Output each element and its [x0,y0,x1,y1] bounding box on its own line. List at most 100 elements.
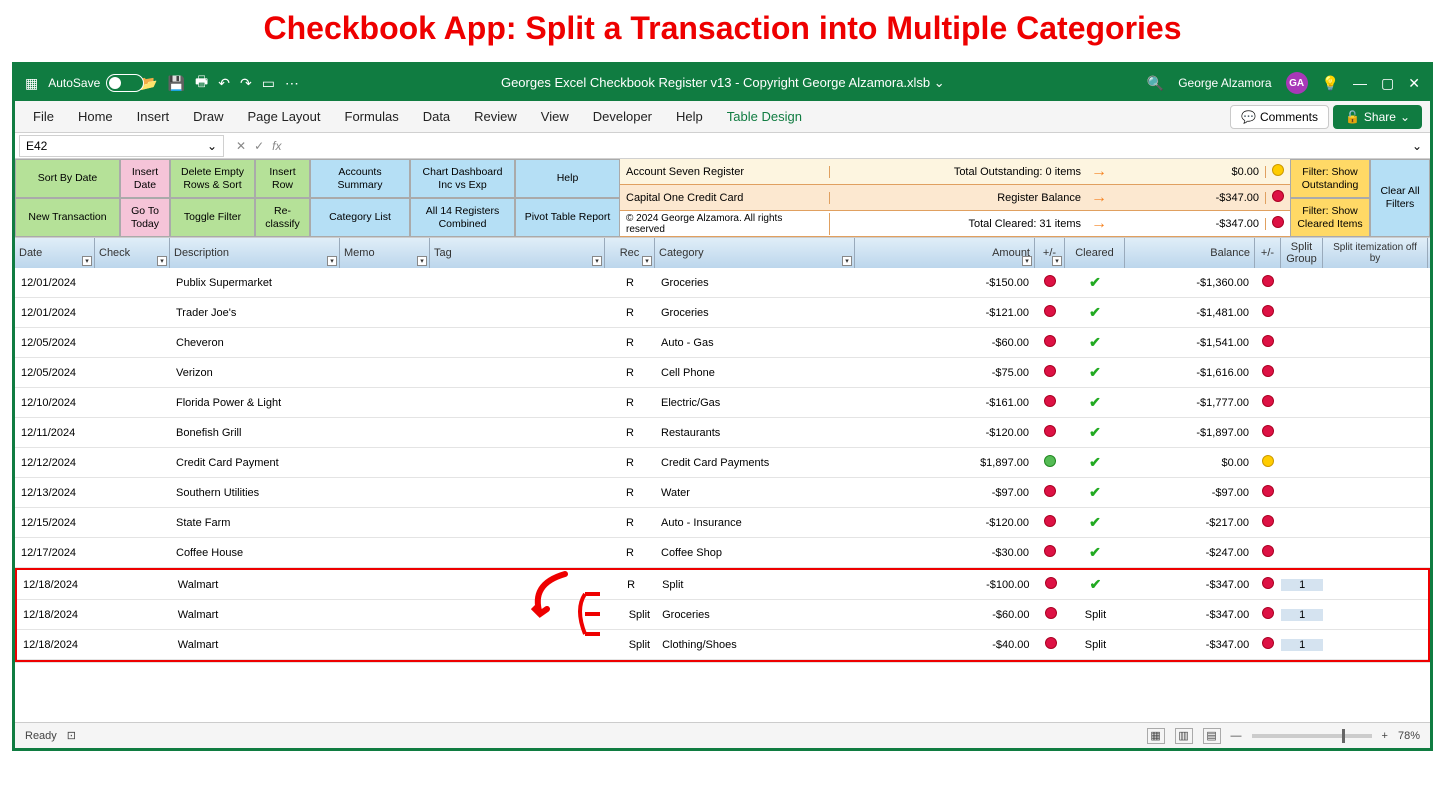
cell-date[interactable]: 12/12/2024 [15,457,95,469]
tab-data[interactable]: Data [413,103,460,130]
cell-rec[interactable]: Split [606,639,656,651]
accounts-summary-button[interactable]: Accounts Summary [310,159,410,198]
header-pm2[interactable]: +/- [1255,238,1281,268]
header-check[interactable]: Check▾ [95,238,170,268]
tab-review[interactable]: Review [464,103,527,130]
cell-date[interactable]: 12/18/2024 [17,579,97,591]
lightbulb-icon[interactable]: 💡 [1322,75,1339,92]
cell-description[interactable]: Verizon [170,367,340,379]
cell-cleared[interactable]: ✔ [1065,394,1125,411]
cell-category[interactable]: Auto - Gas [655,337,855,349]
insert-date-button[interactable]: Insert Date [120,159,170,198]
tab-view[interactable]: View [531,103,579,130]
help-button[interactable]: Help [515,159,620,198]
cell-description[interactable]: Publix Supermarket [170,277,340,289]
cell-cleared[interactable]: ✔ [1065,274,1125,291]
cell-cleared[interactable]: ✔ [1065,364,1125,381]
category-list-button[interactable]: Category List [310,198,410,237]
table-row[interactable]: 12/18/2024WalmartSplitClothing/Shoes-$40… [17,630,1428,660]
cell-category[interactable]: Credit Card Payments [655,457,855,469]
cell-category[interactable]: Cell Phone [655,367,855,379]
cell-date[interactable]: 12/10/2024 [15,397,95,409]
cell-rec[interactable]: R [605,307,655,319]
avatar[interactable]: GA [1286,72,1308,94]
cell-date[interactable]: 12/01/2024 [15,307,95,319]
tab-developer[interactable]: Developer [583,103,662,130]
minimize-icon[interactable]: — [1353,75,1367,91]
filter-dropdown-icon[interactable]: ▾ [642,256,652,266]
cell-date[interactable]: 12/17/2024 [15,547,95,559]
cell-rec[interactable]: R [605,397,655,409]
cell-description[interactable]: Coffee House [170,547,340,559]
cell-split-group[interactable]: 1 [1281,639,1323,651]
view-break-icon[interactable]: ▤ [1203,728,1221,744]
cell-amount[interactable]: -$30.00 [855,547,1035,559]
chart-dashboard-button[interactable]: Chart Dashboard Inc vs Exp [410,159,515,198]
cell-amount[interactable]: -$121.00 [855,307,1035,319]
table-row[interactable]: 12/18/2024WalmartSplitGroceries-$60.00Sp… [17,600,1428,630]
cell-description[interactable]: Walmart [172,639,342,651]
filter-dropdown-icon[interactable]: ▾ [1022,256,1032,266]
autosave-toggle[interactable]: AutoSave Off [48,74,130,92]
filter-dropdown-icon[interactable]: ▾ [842,256,852,266]
undo-icon[interactable]: ↶ [218,75,230,92]
cell-amount[interactable]: -$75.00 [855,367,1035,379]
cell-rec[interactable]: R [606,579,656,591]
zoom-slider[interactable] [1252,734,1372,738]
view-normal-icon[interactable]: ▦ [1147,728,1165,744]
chevron-down-icon[interactable]: ⌄ [934,75,945,90]
cell-description[interactable]: Credit Card Payment [170,457,340,469]
cell-rec[interactable]: R [605,457,655,469]
table-row[interactable]: 12/15/2024State FarmRAuto - Insurance-$1… [15,508,1430,538]
filter-dropdown-icon[interactable]: ▾ [1052,256,1062,266]
filter-cleared-button[interactable]: Filter: Show Cleared Items [1290,198,1370,237]
chevron-down-icon[interactable]: ⌄ [207,139,217,153]
cell-amount[interactable]: $1,897.00 [855,457,1035,469]
cell-amount[interactable]: -$40.00 [856,639,1036,651]
table-row[interactable]: 12/12/2024 Credit Card Payment RCredit Car… [15,448,1430,478]
cell-amount[interactable]: -$97.00 [855,487,1035,499]
cell-description[interactable]: State Farm [170,517,340,529]
cell-rec[interactable]: R [605,487,655,499]
zoom-out-icon[interactable]: — [1231,730,1242,742]
tab-pagelayout[interactable]: Page Layout [238,103,331,130]
cell-description[interactable]: Florida Power & Light [170,397,340,409]
print-icon[interactable]: 🖶 [195,71,208,95]
tab-home[interactable]: Home [68,103,123,130]
cancel-formula-icon[interactable]: ✕ [236,139,246,153]
close-icon[interactable]: ✕ [1408,75,1420,92]
table-row[interactable]: 12/13/2024Southern UtilitiesRWater-$97.0… [15,478,1430,508]
table-row[interactable]: 12/17/2024Coffee HouseRCoffee Shop-$30.0… [15,538,1430,568]
more-icon[interactable]: ⋯ [285,75,299,92]
delete-empty-button[interactable]: Delete Empty Rows & Sort [170,159,255,198]
insert-row-button[interactable]: Insert Row [255,159,310,198]
cell-amount[interactable]: -$161.00 [855,397,1035,409]
cell-category[interactable]: Water [655,487,855,499]
header-amount[interactable]: Amount▾ [855,238,1035,268]
cell-date[interactable]: 12/18/2024 [17,609,97,621]
cell-rec[interactable]: R [605,277,655,289]
cell-split-group[interactable]: 1 [1281,609,1323,621]
cell-cleared[interactable]: ✔ [1065,454,1125,471]
zoom-in-icon[interactable]: + [1382,730,1388,742]
cell-description[interactable]: Trader Joe's [170,307,340,319]
header-rec[interactable]: Rec▾ [605,238,655,268]
go-to-today-button[interactable]: Go To Today [120,198,170,237]
toggle-switch[interactable] [106,74,144,92]
table-row[interactable]: 12/18/2024WalmartRSplit-$100.00✔-$347.00… [17,570,1428,600]
cell-cleared[interactable]: Split [1066,609,1126,621]
all-registers-button[interactable]: All 14 Registers Combined [410,198,515,237]
cell-cleared[interactable]: ✔ [1065,304,1125,321]
reclassify-button[interactable]: Re-classify [255,198,310,237]
cell-split-group[interactable]: 1 [1281,579,1323,591]
cell-date[interactable]: 12/11/2024 [15,427,95,439]
table-row[interactable]: 12/05/2024VerizonRCell Phone-$75.00✔-$1,… [15,358,1430,388]
clear-filters-button[interactable]: Clear All Filters [1370,159,1430,237]
cell-category[interactable]: Clothing/Shoes [656,639,856,651]
cell-cleared[interactable]: ✔ [1065,334,1125,351]
filter-dropdown-icon[interactable]: ▾ [417,256,427,266]
table-row[interactable]: 12/05/2024CheveronRAuto - Gas-$60.00✔-$1… [15,328,1430,358]
header-split-off[interactable]: Split itemization off by [1323,238,1428,268]
tab-help[interactable]: Help [666,103,713,130]
cell-date[interactable]: 12/05/2024 [15,337,95,349]
